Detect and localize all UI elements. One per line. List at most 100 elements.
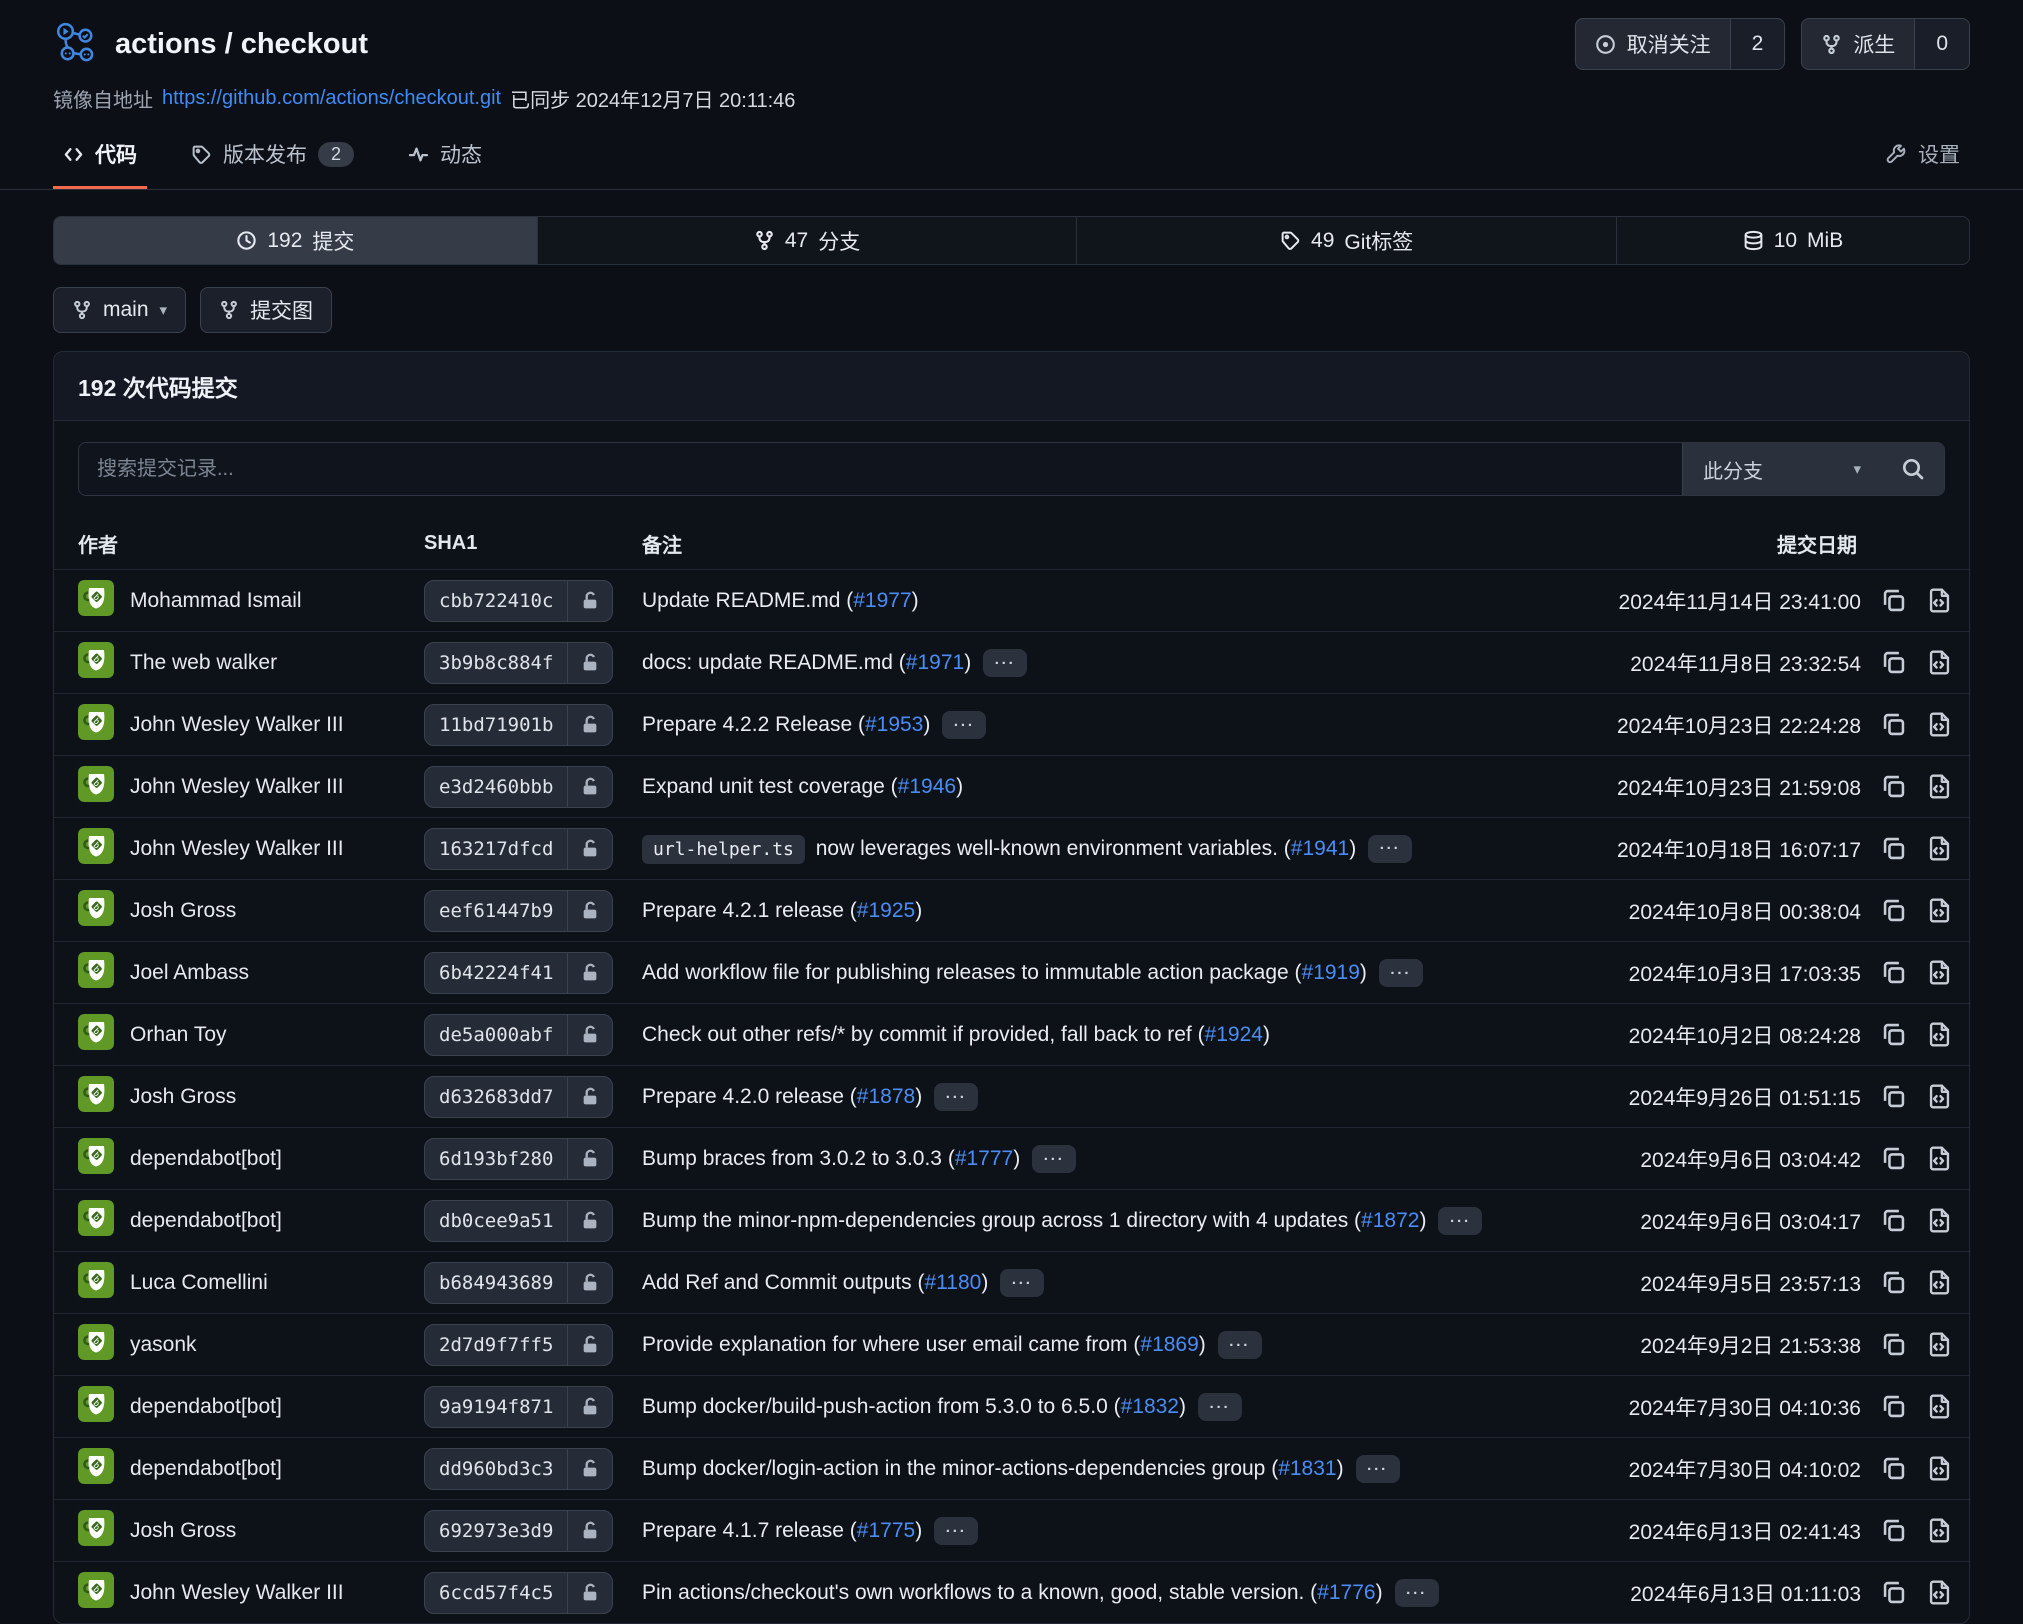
commit-more-button[interactable]: ··· [1438, 1207, 1482, 1235]
copy-sha-button[interactable] [1880, 1393, 1907, 1420]
commit-sha-badge[interactable]: 3b9b8c884f [424, 642, 613, 684]
commit-more-button[interactable]: ··· [1368, 835, 1412, 863]
commit-sha-badge[interactable]: db0cee9a51 [424, 1200, 613, 1242]
copy-sha-button[interactable] [1880, 1207, 1907, 1234]
copy-sha-button[interactable] [1880, 711, 1907, 738]
branch-scope-dropdown[interactable]: 此分支 ▾ [1682, 443, 1881, 495]
commit-more-button[interactable]: ··· [934, 1083, 978, 1111]
watch-count[interactable]: 2 [1730, 19, 1785, 69]
commit-pr-link[interactable]: #1977 [853, 589, 911, 612]
commit-author-name[interactable]: dependabot[bot] [130, 1395, 282, 1419]
commit-author-name[interactable]: Luca Comellini [130, 1271, 268, 1295]
tab-releases[interactable]: 版本发布 2 [181, 129, 364, 189]
commit-pr-link[interactable]: #1941 [1291, 837, 1349, 860]
mirror-url-link[interactable]: https://github.com/actions/checkout.git [162, 87, 501, 110]
copy-sha-button[interactable] [1880, 773, 1907, 800]
copy-sha-button[interactable] [1880, 1083, 1907, 1110]
stat-commits[interactable]: 192 提交 [54, 217, 537, 264]
copy-sha-button[interactable] [1880, 1455, 1907, 1482]
commit-sha-badge[interactable]: 163217dfcd [424, 828, 613, 870]
browse-source-button[interactable] [1926, 959, 1953, 986]
watch-button[interactable]: 取消关注 2 [1575, 18, 1786, 70]
commit-pr-link[interactable]: #1832 [1121, 1395, 1179, 1418]
commit-more-button[interactable]: ··· [983, 649, 1027, 677]
copy-sha-button[interactable] [1880, 959, 1907, 986]
copy-sha-button[interactable] [1880, 1579, 1907, 1606]
commit-more-button[interactable]: ··· [942, 711, 986, 739]
browse-source-button[interactable] [1926, 1579, 1953, 1606]
commit-pr-link[interactable]: #1777 [955, 1147, 1013, 1170]
commit-sha-badge[interactable]: 6d193bf280 [424, 1138, 613, 1180]
commit-pr-link[interactable]: #1971 [906, 651, 964, 674]
browse-source-button[interactable] [1926, 773, 1953, 800]
commit-author-name[interactable]: Orhan Toy [130, 1023, 227, 1047]
browse-source-button[interactable] [1926, 1207, 1953, 1234]
commit-sha-badge[interactable]: dd960bd3c3 [424, 1448, 613, 1490]
commit-more-button[interactable]: ··· [934, 1517, 978, 1545]
browse-source-button[interactable] [1926, 587, 1953, 614]
commit-pr-link[interactable]: #1878 [857, 1085, 915, 1108]
commit-pr-link[interactable]: #1925 [857, 899, 915, 922]
commit-graph-button[interactable]: 提交图 [200, 287, 332, 333]
commit-sha-badge[interactable]: 6b42224f41 [424, 952, 613, 994]
browse-source-button[interactable] [1926, 711, 1953, 738]
tab-activity[interactable]: 动态 [398, 129, 492, 189]
commit-author-name[interactable]: The web walker [130, 651, 277, 675]
commit-more-button[interactable]: ··· [1032, 1145, 1076, 1173]
browse-source-button[interactable] [1926, 1331, 1953, 1358]
commit-author-name[interactable]: yasonk [130, 1333, 197, 1357]
commit-more-button[interactable]: ··· [1198, 1393, 1242, 1421]
browse-source-button[interactable] [1926, 1021, 1953, 1048]
commit-pr-link[interactable]: #1872 [1361, 1209, 1419, 1232]
browse-source-button[interactable] [1926, 897, 1953, 924]
fork-count[interactable]: 0 [1914, 19, 1969, 69]
commit-search-input[interactable] [79, 443, 1682, 495]
commit-pr-link[interactable]: #1919 [1302, 961, 1360, 984]
commit-author-name[interactable]: Mohammad Ismail [130, 589, 302, 613]
copy-sha-button[interactable] [1880, 587, 1907, 614]
browse-source-button[interactable] [1926, 1269, 1953, 1296]
commit-pr-link[interactable]: #1869 [1140, 1333, 1198, 1356]
stat-size[interactable]: 10 MiB [1616, 217, 1969, 264]
commit-author-name[interactable]: John Wesley Walker III [130, 837, 344, 861]
browse-source-button[interactable] [1926, 649, 1953, 676]
commit-author-name[interactable]: dependabot[bot] [130, 1209, 282, 1233]
browse-source-button[interactable] [1926, 1083, 1953, 1110]
commit-pr-link[interactable]: #1776 [1317, 1581, 1375, 1604]
commit-author-name[interactable]: dependabot[bot] [130, 1147, 282, 1171]
commit-sha-badge[interactable]: de5a000abf [424, 1014, 613, 1056]
commit-author-name[interactable]: John Wesley Walker III [130, 1581, 344, 1605]
commit-pr-link[interactable]: #1831 [1278, 1457, 1336, 1480]
commit-sha-badge[interactable]: e3d2460bbb [424, 766, 613, 808]
copy-sha-button[interactable] [1880, 649, 1907, 676]
browse-source-button[interactable] [1926, 1393, 1953, 1420]
browse-source-button[interactable] [1926, 835, 1953, 862]
commit-author-name[interactable]: Joel Ambass [130, 961, 249, 985]
commit-sha-badge[interactable]: d632683dd7 [424, 1076, 613, 1118]
commit-sha-badge[interactable]: 2d7d9f7ff5 [424, 1324, 613, 1366]
copy-sha-button[interactable] [1880, 835, 1907, 862]
tab-code[interactable]: 代码 [53, 129, 147, 189]
commit-sha-badge[interactable]: 11bd71901b [424, 704, 613, 746]
browse-source-button[interactable] [1926, 1455, 1953, 1482]
commit-sha-badge[interactable]: 9a9194f871 [424, 1386, 613, 1428]
commit-more-button[interactable]: ··· [1000, 1269, 1044, 1297]
commit-sha-badge[interactable]: b684943689 [424, 1262, 613, 1304]
branch-selector[interactable]: main ▾ [53, 287, 186, 333]
commit-author-name[interactable]: John Wesley Walker III [130, 713, 344, 737]
search-button[interactable] [1881, 443, 1944, 495]
copy-sha-button[interactable] [1880, 1145, 1907, 1172]
commit-author-name[interactable]: Josh Gross [130, 1085, 236, 1109]
stat-tags[interactable]: 49 Git标签 [1076, 217, 1616, 264]
browse-source-button[interactable] [1926, 1145, 1953, 1172]
commit-author-name[interactable]: dependabot[bot] [130, 1457, 282, 1481]
tab-settings[interactable]: 设置 [1876, 129, 1970, 189]
commit-sha-badge[interactable]: eef61447b9 [424, 890, 613, 932]
commit-pr-link[interactable]: #1180 [924, 1271, 981, 1294]
commit-more-button[interactable]: ··· [1379, 959, 1423, 987]
commit-pr-link[interactable]: #1953 [865, 713, 923, 736]
copy-sha-button[interactable] [1880, 1331, 1907, 1358]
stat-branches[interactable]: 47 分支 [537, 217, 1077, 264]
commit-more-button[interactable]: ··· [1356, 1455, 1400, 1483]
fork-button[interactable]: 派生 0 [1801, 18, 1970, 70]
